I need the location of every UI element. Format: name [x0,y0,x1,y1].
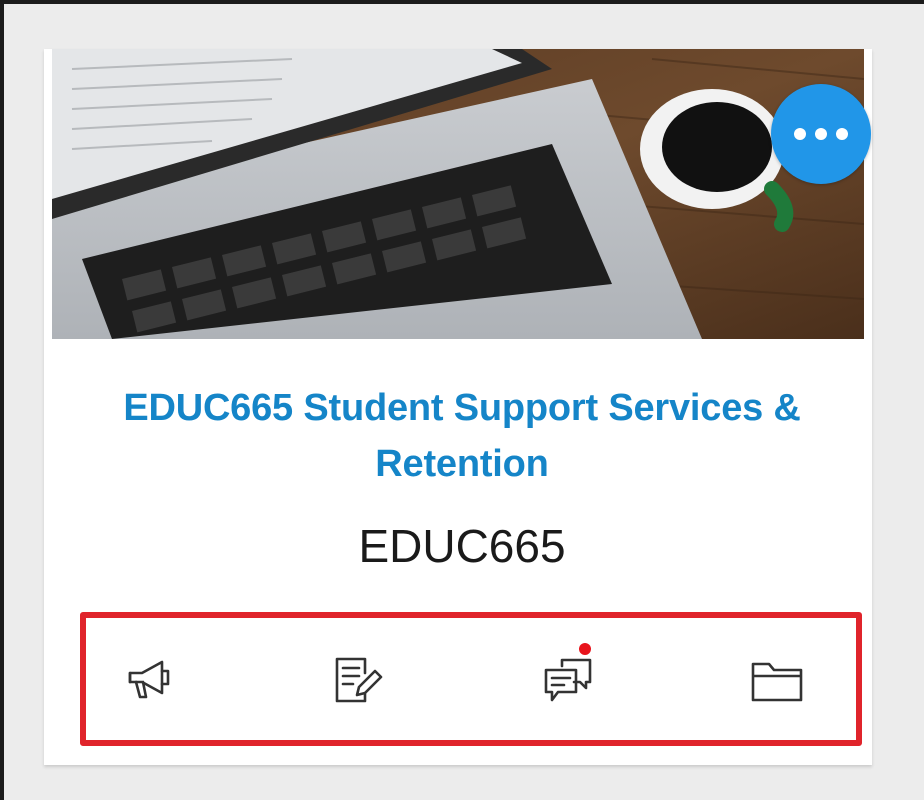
files-button[interactable] [742,640,812,720]
course-title[interactable]: EDUC665 Student Support Services & Reten… [44,380,880,492]
files-folder-icon [751,662,803,702]
course-banner-image [52,49,864,339]
more-horizontal-icon [794,128,848,140]
announcements-button[interactable] [115,640,185,720]
discussions-badge [579,643,591,655]
discussions-button[interactable] [533,640,603,720]
course-code: EDUC665 [358,520,566,572]
assignments-edit-icon [335,657,383,703]
announcements-megaphone-icon [128,660,170,699]
discussions-chat-icon [544,658,592,702]
assignments-button[interactable] [322,640,392,720]
more-options-button[interactable] [771,84,871,184]
